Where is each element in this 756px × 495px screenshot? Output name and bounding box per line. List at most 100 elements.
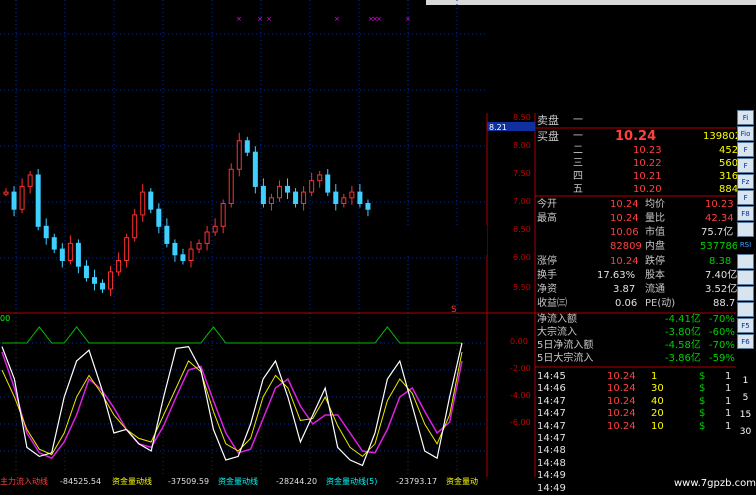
candle-body: [349, 191, 355, 199]
timeframe-button[interactable]: 15: [737, 408, 754, 422]
limit-row: 涨停 10.24 跌停 8.38: [535, 255, 735, 268]
avg-label: 均价: [645, 199, 665, 210]
toolbar-button[interactable]: F8: [737, 206, 754, 221]
timeframe-button[interactable]: 30: [737, 425, 754, 439]
toolbar-button[interactable]: Fz: [737, 174, 754, 189]
turnover-value: 17.63%: [597, 270, 636, 281]
candle-body: [67, 242, 73, 261]
legend-fund-flow-2-value: -28244.20: [276, 477, 318, 486]
bid-level-row: 二 10.23 452: [535, 144, 738, 157]
tick-count: 1: [725, 383, 732, 395]
toolbar-button[interactable]: [737, 222, 754, 237]
candle-body: [325, 174, 331, 193]
capital-flow-pct: -70%: [709, 314, 735, 325]
candlestick-series: [3, 132, 371, 296]
candle-body: [244, 140, 250, 153]
flow-left-label: 00: [0, 314, 10, 323]
capital-flow-label: 净流入额: [537, 314, 577, 325]
toolbar-button[interactable]: Fi: [737, 110, 754, 125]
tick-time: 14:49: [537, 470, 566, 482]
timeframe-button[interactable]: 1: [737, 374, 754, 388]
open-value: 10.24: [610, 199, 639, 210]
toolbar-button[interactable]: [737, 270, 754, 285]
candle-body: [293, 191, 299, 205]
toolbar-button[interactable]: F6: [737, 334, 754, 349]
tick-time: 14:47: [537, 433, 566, 444]
price-tick-label: 7.50: [513, 169, 531, 178]
sell-one: 一: [573, 115, 583, 126]
inner-value: 537786: [700, 241, 739, 252]
tick-trade-row: 14:45 10.24 1 $1: [535, 371, 735, 383]
nav-value: 3.87: [613, 284, 636, 295]
tick-trade-row: 14:47: [535, 433, 735, 445]
ratio-value: 42.34: [705, 213, 734, 224]
toolbar-button[interactable]: [737, 302, 754, 317]
toolbar-button[interactable]: RSI: [737, 238, 754, 253]
capital-flow-value: -4.58亿: [665, 340, 701, 351]
candle-body: [156, 208, 162, 227]
candle-body: [333, 191, 339, 205]
tick-price: 10.24: [607, 395, 636, 407]
buy-one-price: 10.24: [615, 129, 657, 144]
candle-body: [83, 265, 89, 279]
avg-value: 10.23: [705, 199, 734, 210]
open-label: 今开: [537, 199, 557, 210]
limit-down-value: 8.38: [709, 256, 732, 267]
toolbar-button[interactable]: F: [737, 190, 754, 205]
capital-flow-pct: -59%: [709, 353, 735, 364]
toolbar-button[interactable]: F5: [737, 318, 754, 333]
candle-body: [35, 174, 41, 227]
bid-level-row: 四 10.21 316: [535, 170, 738, 183]
toolbar-button[interactable]: Fio: [737, 126, 754, 141]
tick-trade-row: 14:48: [535, 445, 735, 457]
capital-flow-value: -3.86亿: [665, 353, 701, 364]
tick-volume: 30: [651, 383, 664, 395]
candle-body: [59, 248, 65, 262]
inner-row: 82809 内盘 537786: [535, 240, 739, 253]
flow-tick-label: -2.00: [510, 364, 531, 373]
candle-body: [100, 282, 106, 290]
tick-flag: $: [699, 420, 706, 432]
bid-level-price: 10.21: [633, 171, 662, 182]
eps-value: 0.06: [615, 298, 638, 309]
high-value: 10.24: [610, 213, 639, 224]
mktval-label: 市值: [645, 227, 665, 238]
flow-grid: [0, 313, 487, 477]
price-tick-label: 8.00: [513, 141, 531, 150]
toolbar-button[interactable]: F: [737, 142, 754, 157]
float-label: 流通: [645, 284, 665, 295]
candle-body: [260, 185, 266, 204]
buy-label: 买盘: [537, 130, 559, 143]
bid-level-price: 10.23: [633, 145, 662, 156]
tick-trade-row: 14:48: [535, 458, 735, 470]
candle-body: [276, 185, 282, 199]
tick-time: 14:48: [537, 445, 566, 457]
toolbar-button[interactable]: [737, 254, 754, 269]
tick-price: 10.24: [607, 408, 636, 420]
candle-body: [124, 237, 130, 261]
timeframe-button[interactable]: 5: [737, 391, 754, 405]
price-tick-label: 8.50: [513, 113, 531, 122]
tick-trade-row: 14:47 10.24 40 $1: [535, 396, 735, 408]
limit-up-value: 10.24: [610, 256, 639, 267]
price-tick-label: 5.50: [513, 283, 531, 292]
capital-flow-value: -4.41亿: [665, 314, 701, 325]
tick-volume: 1: [651, 371, 658, 382]
toolbar-button[interactable]: F: [737, 158, 754, 173]
bid-level-name: 三: [573, 158, 583, 169]
candle-body: [27, 174, 33, 187]
top-signal-markers: × × × × ××× ×: [236, 15, 411, 23]
candle-body: [268, 197, 274, 205]
candle-body: [132, 214, 138, 239]
candle-body: [3, 191, 9, 195]
price-axis: 8.50 8.00 7.50 7.00 6.50 6.00 5.50: [513, 113, 531, 292]
limit-down-label: 跌停: [645, 256, 665, 267]
capital-flow-pct: -70%: [709, 340, 735, 351]
bid-level-row: 三 10.22 560: [535, 157, 738, 170]
capital-flow-label: 5日净流入额: [537, 340, 594, 351]
candle-body: [140, 191, 146, 216]
candle-body: [301, 191, 307, 205]
capital-flow-label: 5日大宗流入: [537, 353, 594, 364]
toolbar-button[interactable]: [737, 286, 754, 301]
tick-time: 14:47: [537, 408, 566, 420]
